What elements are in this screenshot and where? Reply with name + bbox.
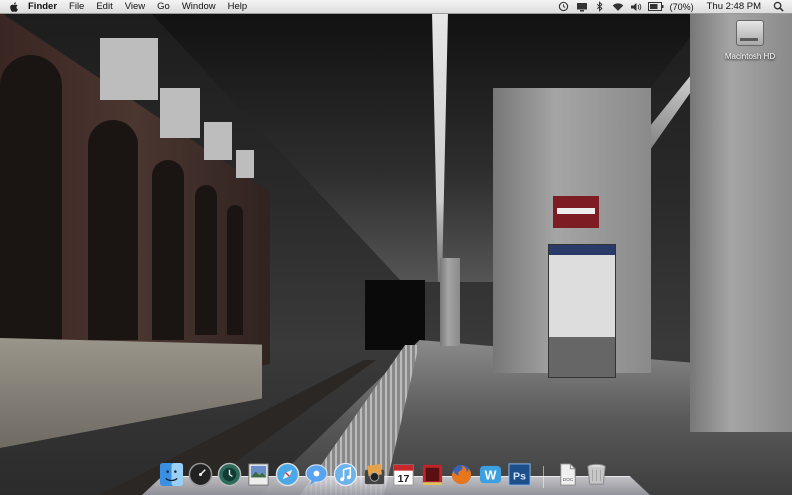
dock-iphoto[interactable] <box>361 461 388 488</box>
battery-icon[interactable] <box>647 1 664 12</box>
dock-dashboard[interactable] <box>187 461 214 488</box>
dock-document[interactable]: DOC <box>554 461 581 488</box>
preview-icon <box>248 463 269 486</box>
wallpaper-light-strip-right <box>650 70 695 150</box>
dock-time-machine[interactable] <box>216 461 243 488</box>
dock: 17 W Ps DOC <box>142 458 650 495</box>
menu-bar: Finder File Edit View Go Window Help (70… <box>0 0 792 14</box>
desktop-wallpaper <box>0 0 792 495</box>
menu-window[interactable]: Window <box>176 0 222 13</box>
wallpaper-tunnel <box>365 280 425 350</box>
wallpaper-beam <box>204 122 232 160</box>
wallpaper-beam <box>100 38 158 100</box>
svg-text:Ps: Ps <box>513 470 526 482</box>
safari-icon <box>275 462 300 487</box>
dock-app-w[interactable]: W <box>477 461 504 488</box>
svg-text:DOC: DOC <box>563 477 574 483</box>
hard-disk-icon[interactable] <box>736 20 764 46</box>
time-machine-icon <box>217 462 242 487</box>
display-icon[interactable] <box>576 1 588 12</box>
wifi-icon[interactable] <box>612 1 624 12</box>
svg-text:17: 17 <box>398 473 410 485</box>
menu-help[interactable]: Help <box>222 0 254 13</box>
menu-extras: (70%) Thu 2:48 PM <box>555 0 792 13</box>
app-w-icon: W <box>479 465 502 484</box>
dock-trash[interactable] <box>583 461 610 488</box>
wallpaper-arch <box>152 160 184 340</box>
wallpaper-station-sign <box>553 196 599 228</box>
apple-icon[interactable] <box>10 1 18 12</box>
macintosh-hd-label[interactable]: Macintosh HD <box>720 52 780 61</box>
macintosh-hd-desktop-icon[interactable]: Macintosh HD <box>720 20 780 61</box>
time-machine-icon[interactable] <box>558 1 570 12</box>
wallpaper-beam <box>160 88 200 138</box>
ical-icon: 17 <box>393 464 414 486</box>
dock-separator <box>543 466 544 488</box>
wallpaper-arch <box>88 120 138 340</box>
wallpaper-arch <box>195 185 217 335</box>
dock-items: 17 W Ps DOC <box>158 458 610 488</box>
wallpaper-arch <box>227 205 243 335</box>
dock-ical[interactable]: 17 <box>390 461 417 488</box>
firefox-icon <box>451 464 472 485</box>
dock-photo-booth[interactable] <box>419 461 446 488</box>
dock-firefox[interactable] <box>448 461 475 488</box>
dashboard-icon <box>188 462 213 487</box>
iphoto-icon <box>364 463 385 485</box>
finder-icon <box>159 462 184 487</box>
battery-percentage[interactable]: (70%) <box>667 2 697 12</box>
wallpaper-pillar <box>690 12 792 432</box>
wallpaper-beam <box>236 150 254 178</box>
photo-booth-icon <box>422 464 443 486</box>
wallpaper-pillar <box>440 258 460 346</box>
photoshop-icon: Ps <box>508 463 531 486</box>
svg-text:W: W <box>485 468 497 482</box>
menu-clock[interactable]: Thu 2:48 PM <box>697 1 769 12</box>
menu-file[interactable]: File <box>63 0 90 13</box>
trash-icon <box>587 463 606 485</box>
dock-preview[interactable] <box>245 461 272 488</box>
bluetooth-icon[interactable] <box>594 1 606 12</box>
wallpaper-ticket-machine <box>548 244 616 378</box>
dock-safari[interactable] <box>274 461 301 488</box>
menu-go[interactable]: Go <box>151 0 176 13</box>
wallpaper-arch <box>0 55 62 340</box>
menu-edit[interactable]: Edit <box>90 0 118 13</box>
dock-photoshop[interactable]: Ps <box>506 461 533 488</box>
ichat-icon <box>305 464 328 486</box>
wallpaper-stone-base <box>0 338 262 448</box>
spotlight-icon[interactable] <box>772 1 784 12</box>
dock-itunes[interactable] <box>332 461 359 488</box>
menu-view[interactable]: View <box>119 0 151 13</box>
dock-ichat[interactable] <box>303 461 330 488</box>
volume-icon[interactable] <box>630 1 642 12</box>
document-icon: DOC <box>560 463 576 486</box>
itunes-icon <box>333 462 358 487</box>
dock-finder[interactable] <box>158 461 185 488</box>
menu-app-finder[interactable]: Finder <box>22 0 63 13</box>
